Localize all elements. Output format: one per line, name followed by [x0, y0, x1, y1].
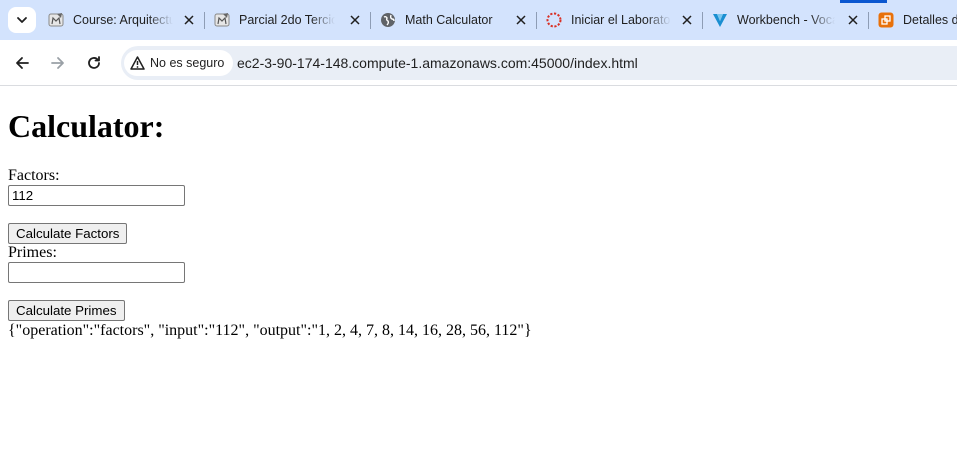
tab-workbench[interactable]: Workbench - Voca — [712, 0, 868, 40]
factors-input[interactable] — [8, 185, 185, 206]
tab-separator — [536, 12, 537, 29]
globe-icon — [381, 13, 395, 27]
primes-input[interactable] — [8, 262, 185, 283]
aws-icon — [878, 12, 894, 28]
close-icon[interactable] — [182, 13, 196, 27]
close-icon[interactable] — [348, 13, 362, 27]
tab-strip: Course: Arquitectu Parcial 2do Tercio Ma… — [0, 0, 957, 40]
reload-icon — [88, 56, 100, 69]
tab-search-button[interactable] — [8, 7, 36, 33]
arrow-left-icon — [16, 57, 29, 69]
arrow-right-icon — [51, 57, 64, 69]
tab-math-calculator[interactable]: Math Calculator — [380, 0, 536, 40]
tab-separator — [702, 12, 703, 29]
tab-title: Course: Arquitectu — [73, 13, 173, 27]
primes-label: Primes: — [8, 244, 57, 261]
result-output: {"operation":"factors", "input":"112", "… — [8, 322, 532, 339]
vocareum-icon — [713, 14, 727, 27]
tab-title: Iniciar el Laborato — [571, 13, 671, 27]
tab-separator — [204, 12, 205, 29]
close-icon[interactable] — [680, 13, 694, 27]
security-label: No es seguro — [150, 56, 225, 70]
url-text[interactable]: ec2-3-90-174-148.compute-1.amazonaws.com… — [237, 55, 638, 71]
tab-course[interactable]: Course: Arquitectu — [48, 0, 204, 40]
tab-parcial[interactable]: Parcial 2do Tercio — [214, 0, 370, 40]
tab-title: Math Calculator — [405, 13, 493, 27]
back-button[interactable] — [7, 48, 37, 78]
browser-toolbar: No es seguro ec2-3-90-174-148.compute-1.… — [0, 40, 957, 86]
tab-title: Parcial 2do Tercio — [239, 13, 335, 27]
calculate-factors-button[interactable]: Calculate Factors — [8, 223, 128, 244]
page-title: Calculator: — [8, 108, 165, 144]
loading-icon — [546, 12, 562, 28]
page-content: Calculator: Factors: Calculate Factors P… — [8, 87, 948, 341]
moodle-icon — [48, 13, 64, 27]
chevron-down-icon — [17, 17, 27, 23]
tab-detalles[interactable]: Detalles de — [878, 0, 957, 40]
moodle-icon — [214, 13, 230, 27]
close-icon[interactable] — [514, 13, 528, 27]
tab-title: Workbench - Voca — [737, 13, 835, 27]
close-icon[interactable] — [846, 13, 860, 27]
address-bar[interactable]: No es seguro ec2-3-90-174-148.compute-1.… — [121, 46, 957, 80]
reload-button[interactable] — [79, 48, 109, 78]
warning-icon — [130, 56, 145, 70]
factors-label: Factors: — [8, 167, 60, 184]
tab-title: Detalles de — [903, 13, 957, 27]
tab-separator — [370, 12, 371, 29]
security-chip[interactable]: No es seguro — [124, 50, 234, 76]
calculate-primes-button[interactable]: Calculate Primes — [8, 300, 125, 321]
tab-separator — [868, 12, 869, 29]
tab-laboratorio[interactable]: Iniciar el Laborato — [546, 0, 702, 40]
forward-button[interactable] — [43, 48, 73, 78]
